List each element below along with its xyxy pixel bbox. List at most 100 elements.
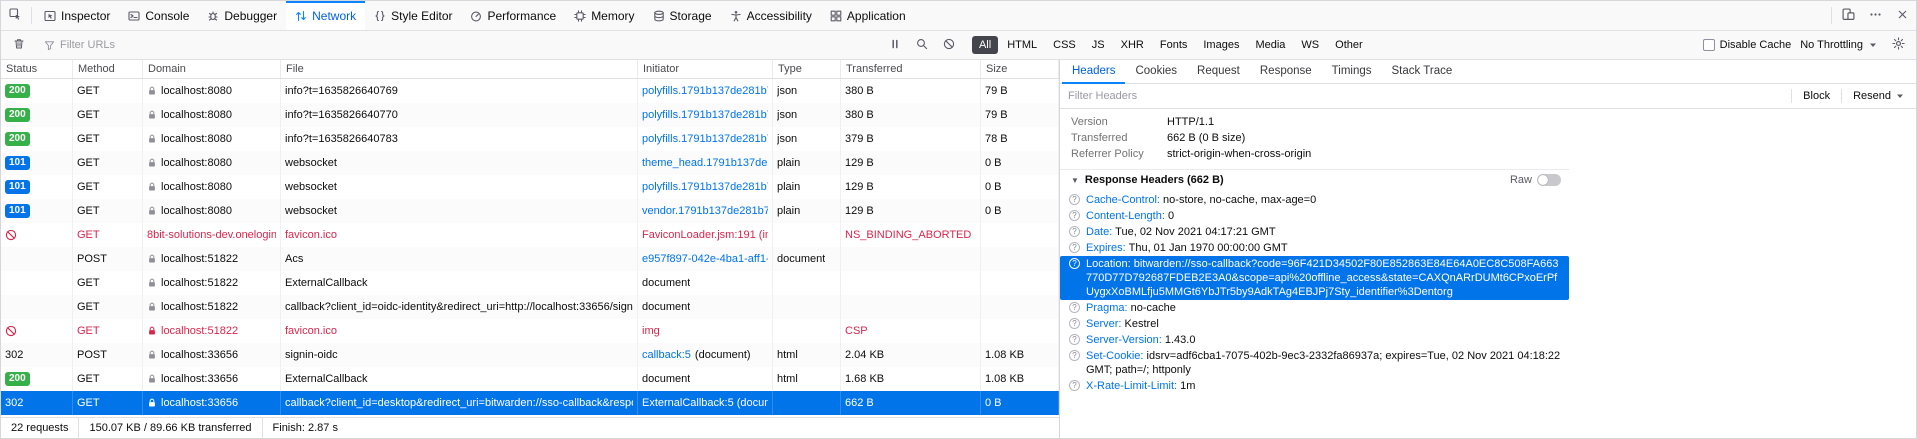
tab-storage[interactable]: Storage — [644, 1, 721, 30]
request-row[interactable]: 101GETlocalhost:8080websocketvendor.1791… — [1, 199, 1059, 223]
question-icon[interactable]: ? — [1069, 302, 1080, 313]
details-tab-headers[interactable]: Headers — [1062, 60, 1125, 84]
clear-requests-button[interactable] — [5, 38, 32, 53]
node-picker-button[interactable] — [1, 1, 28, 30]
question-icon[interactable]: ? — [1069, 226, 1080, 237]
request-row[interactable]: 101GETlocalhost:8080websockettheme_head.… — [1, 151, 1059, 175]
request-row[interactable]: GETlocalhost:51822favicon.icoimgCSP — [1, 319, 1059, 343]
initiator-link[interactable]: polyfills.1791b137de281b787… — [642, 85, 768, 97]
response-header-row[interactable]: ?Cache-Control: no-store, no-cache, max-… — [1060, 192, 1569, 208]
initiator-link[interactable]: e957f897-042e-4ba1-aff1-… — [642, 253, 768, 265]
initiator-link[interactable]: polyfills.1791b137de281b787… — [642, 181, 768, 193]
response-header-row[interactable]: ?Content-Length: 0 — [1060, 208, 1569, 224]
response-headers-section-header[interactable]: ▼ Response Headers (662 B) Raw — [1060, 169, 1569, 190]
tab-application[interactable]: Application — [821, 1, 915, 30]
request-blocking-button[interactable] — [936, 38, 963, 53]
response-header-row[interactable]: ?Location: bitwarden://sso-callback?code… — [1060, 256, 1569, 300]
response-header-row[interactable]: ?Pragma: no-cache — [1060, 300, 1569, 316]
column-header-domain[interactable]: Domain — [143, 60, 281, 78]
request-row[interactable]: 200GETlocalhost:8080info?t=1635826640783… — [1, 127, 1059, 151]
question-icon[interactable]: ? — [1069, 334, 1080, 345]
devtools-menu-button[interactable] — [1862, 1, 1889, 30]
pause-recording-button[interactable] — [882, 38, 909, 53]
search-button[interactable] — [909, 38, 936, 53]
filter-pill-other[interactable]: Other — [1328, 36, 1370, 54]
network-settings-button[interactable] — [1885, 37, 1912, 53]
details-tab-stack-trace[interactable]: Stack Trace — [1382, 60, 1463, 84]
column-header-method[interactable]: Method — [73, 60, 143, 78]
raw-toggle[interactable] — [1537, 174, 1561, 186]
tab-network[interactable]: Network — [286, 1, 365, 30]
filter-pill-css[interactable]: CSS — [1046, 36, 1083, 54]
cell-method: GET — [73, 199, 143, 223]
question-icon[interactable]: ? — [1069, 318, 1080, 329]
initiator-link[interactable]: polyfills.1791b137de281b787… — [642, 133, 768, 145]
response-header-row[interactable]: ?X-Rate-Limit-Limit: 1m — [1060, 378, 1569, 394]
request-row[interactable]: 200GETlocalhost:33656ExternalCallbackdoc… — [1, 367, 1059, 391]
application-icon — [830, 10, 842, 22]
question-icon[interactable]: ? — [1069, 350, 1080, 361]
details-tab-response[interactable]: Response — [1250, 60, 1322, 84]
storage-icon — [653, 10, 665, 22]
response-header-row[interactable]: ?Set-Cookie: idsrv=adf6cba1-7075-402b-9e… — [1060, 348, 1569, 378]
request-row[interactable]: GET8bit-solutions-dev.onelogin…favicon.i… — [1, 223, 1059, 247]
question-icon[interactable]: ? — [1069, 194, 1080, 205]
question-icon[interactable]: ? — [1069, 258, 1080, 269]
details-tab-request[interactable]: Request — [1187, 60, 1250, 84]
details-tab-cookies[interactable]: Cookies — [1125, 60, 1187, 84]
initiator-link[interactable]: ExternalCallback:5 (docume… — [642, 397, 768, 409]
question-icon[interactable]: ? — [1069, 242, 1080, 253]
filter-pill-images[interactable]: Images — [1196, 36, 1246, 54]
disable-cache-checkbox[interactable]: Disable Cache — [1703, 39, 1792, 51]
tab-performance[interactable]: Performance — [461, 1, 565, 30]
block-request-button[interactable]: Block — [1799, 90, 1834, 102]
initiator-link[interactable]: vendor.1791b137de281b787… — [642, 205, 768, 217]
initiator-link[interactable]: polyfills.1791b137de281b787… — [642, 109, 768, 121]
filter-pill-ws[interactable]: WS — [1294, 36, 1326, 54]
column-header-file[interactable]: File — [281, 60, 638, 78]
initiator-link[interactable]: theme_head.1791b137de281… — [642, 157, 768, 169]
column-header-transferred[interactable]: Transferred — [841, 60, 981, 78]
column-header-type[interactable]: Type — [773, 60, 841, 78]
initiator-link[interactable]: FaviconLoader.jsm:191 (img) — [642, 229, 768, 241]
request-row[interactable]: GETlocalhost:51822ExternalCallbackdocume… — [1, 271, 1059, 295]
request-row[interactable]: 302POSTlocalhost:33656signin-oidccallbac… — [1, 343, 1059, 367]
initiator-link[interactable]: callback:5 — [642, 349, 691, 361]
column-header-initiator[interactable]: Initiator — [638, 60, 773, 78]
devtools-close-button[interactable] — [1889, 1, 1916, 30]
responsive-mode-button[interactable] — [1835, 1, 1862, 30]
filter-pill-js[interactable]: JS — [1085, 36, 1112, 54]
tab-console[interactable]: Console — [119, 1, 198, 30]
filter-urls-input[interactable] — [60, 39, 882, 51]
throttling-dropdown[interactable]: No Throttling — [1800, 39, 1877, 51]
request-row[interactable]: 200GETlocalhost:8080info?t=1635826640770… — [1, 103, 1059, 127]
question-icon[interactable]: ? — [1069, 210, 1080, 221]
tab-inspector[interactable]: Inspector — [35, 1, 119, 30]
filter-pill-all[interactable]: All — [972, 36, 998, 54]
filter-headers-input[interactable] — [1068, 90, 1784, 102]
filter-pill-xhr[interactable]: XHR — [1114, 36, 1151, 54]
request-row[interactable]: POSTlocalhost:51822Acse957f897-042e-4ba1… — [1, 247, 1059, 271]
tab-debugger[interactable]: Debugger — [198, 1, 286, 30]
response-header-row[interactable]: ?Expires: Thu, 01 Jan 1970 00:00:00 GMT — [1060, 240, 1569, 256]
tab-accessibility[interactable]: Accessibility — [721, 1, 821, 30]
request-row[interactable]: 101GETlocalhost:8080websocketpolyfills.1… — [1, 175, 1059, 199]
tab-style-editor[interactable]: Style Editor — [365, 1, 461, 30]
resend-button[interactable]: Resend — [1849, 90, 1908, 102]
request-row[interactable]: 302GETlocalhost:33656callback?client_id=… — [1, 391, 1059, 415]
response-header-row[interactable]: ?Server-Version: 1.43.0 — [1060, 332, 1569, 348]
cell-file: callback?client_id=desktop&redirect_uri=… — [281, 391, 638, 415]
filter-pill-fonts[interactable]: Fonts — [1153, 36, 1195, 54]
request-row[interactable]: GETlocalhost:51822callback?client_id=oid… — [1, 295, 1059, 319]
question-icon[interactable]: ? — [1069, 380, 1080, 391]
tab-memory[interactable]: Memory — [565, 1, 643, 30]
response-header-row[interactable]: ?Date: Tue, 02 Nov 2021 04:17:21 GMT — [1060, 224, 1569, 240]
response-header-row[interactable]: ?Server: Kestrel — [1060, 316, 1569, 332]
filter-pill-html[interactable]: HTML — [1000, 36, 1044, 54]
column-header-status[interactable]: Status — [1, 60, 73, 78]
accessibility-icon — [730, 10, 742, 22]
details-tab-timings[interactable]: Timings — [1322, 60, 1382, 84]
request-row[interactable]: 200GETlocalhost:8080info?t=1635826640769… — [1, 79, 1059, 103]
column-header-size[interactable]: Size — [981, 60, 1059, 78]
filter-pill-media[interactable]: Media — [1248, 36, 1292, 54]
